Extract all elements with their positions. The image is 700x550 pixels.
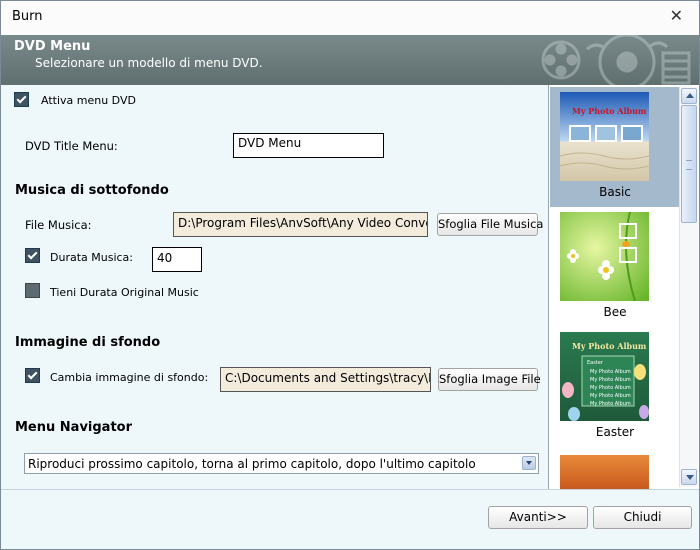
music-duration-label: Durata Musica: [50, 251, 133, 264]
template-bee[interactable]: Bee [550, 207, 680, 327]
template-bee-thumbnail [560, 212, 649, 301]
background-section-title: Immagine di sfondo [15, 335, 161, 350]
next-button[interactable]: Avanti>> [488, 506, 588, 529]
title-menu-input[interactable]: DVD Menu [233, 133, 384, 158]
music-duration-input[interactable]: 40 [152, 247, 202, 272]
template-easter[interactable]: My Photo Album Easter My Photo Album My … [550, 327, 680, 447]
template-easter-menu-item: My Photo Album [590, 393, 631, 399]
scroll-down-button[interactable] [681, 469, 697, 485]
header-title: DVD Menu [14, 39, 91, 54]
title-bar: Burn ✕ [1, 1, 699, 35]
window-title: Burn [12, 9, 43, 24]
settings-panel: Attiva menu DVD DVD Title Menu: DVD Menu… [1, 85, 548, 489]
navigator-selected: Riproduci prossimo capitolo, torna al pr… [28, 457, 476, 471]
background-path[interactable]: C:\Documents and Settings\tracy\My Docum… [220, 367, 431, 392]
template-list[interactable]: My Photo Album Basic Bee My Photo Album … [548, 85, 699, 489]
scroll-thumb[interactable] [681, 105, 697, 223]
template-bee-label: Bee [603, 305, 627, 319]
template-easter-menu-item: My Photo Album [590, 369, 631, 375]
music-file-label: File Musica: [25, 218, 92, 232]
enable-menu-checkbox[interactable] [14, 92, 29, 107]
template-easter-thumbnail: My Photo Album Easter My Photo Album My … [560, 332, 649, 421]
music-file-path[interactable]: D:\Program Files\AnvSoft\Any Video Conve… [173, 212, 428, 237]
music-duration-checkbox[interactable] [25, 248, 40, 263]
template-easter-menu-title: Easter [587, 360, 604, 366]
enable-menu-label: Attiva menu DVD [41, 94, 136, 107]
change-background-checkbox[interactable] [25, 368, 40, 383]
template-next-thumbnail[interactable] [560, 455, 649, 489]
chevron-down-icon[interactable] [522, 456, 536, 470]
template-easter-label: Easter [595, 425, 635, 439]
film-reel-icon [541, 35, 691, 85]
navigator-section-title: Menu Navigator [15, 420, 133, 435]
template-easter-menu-item: My Photo Album [590, 377, 631, 383]
template-easter-menu-item: My Photo Album [590, 401, 631, 407]
browse-music-button[interactable]: Sfoglia File Musica [437, 213, 543, 236]
burn-dialog: Burn ✕ DVD Menu Selezionare un modello d… [0, 0, 700, 550]
template-easter-thumb-text: My Photo Album [572, 341, 647, 351]
template-basic-thumb-text: My Photo Album [572, 106, 647, 116]
keep-original-label: Tieni Durata Original Music [50, 286, 199, 299]
footer: Avanti>> Chiudi [1, 489, 699, 549]
close-icon[interactable]: ✕ [670, 6, 683, 25]
change-background-label: Cambia immagine di sfondo: [50, 371, 209, 384]
title-menu-label: DVD Title Menu: [25, 139, 118, 153]
template-easter-menu-item: My Photo Album [590, 385, 631, 391]
template-scrollbar[interactable] [679, 86, 698, 487]
browse-image-button[interactable]: Sfoglia Image File [438, 368, 541, 391]
navigator-select[interactable]: Riproduci prossimo capitolo, torna al pr… [24, 453, 539, 474]
scroll-up-button[interactable] [681, 88, 697, 104]
template-basic-label: Basic [599, 185, 631, 199]
template-basic[interactable]: My Photo Album Basic [550, 87, 680, 207]
keep-original-checkbox[interactable] [25, 283, 40, 298]
header-banner: DVD Menu Selezionare un modello di menu … [1, 35, 699, 85]
close-button[interactable]: Chiudi [593, 506, 692, 529]
template-basic-thumbnail: My Photo Album [560, 92, 649, 181]
header-subtitle: Selezionare un modello di menu DVD. [35, 56, 263, 70]
music-section-title: Musica di sottofondo [15, 183, 169, 198]
